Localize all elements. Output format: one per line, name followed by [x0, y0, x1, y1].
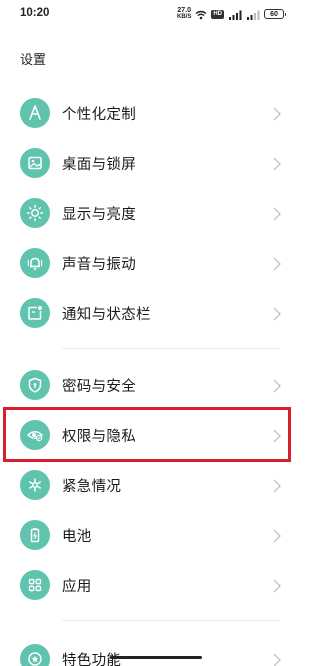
chevron-right-icon — [272, 478, 282, 493]
section-divider — [62, 620, 280, 621]
wifi-icon — [195, 5, 207, 24]
settings-item-label: 应用 — [62, 578, 92, 595]
section-divider — [62, 348, 280, 349]
settings-item-password-security[interactable]: 密码与安全 — [0, 360, 300, 410]
settings-item-sound-vibration[interactable]: 声音与振动 — [0, 238, 300, 288]
settings-item-label: 电池 — [62, 528, 92, 545]
settings-item-battery[interactable]: 电池 — [0, 510, 300, 560]
settings-item-special-features[interactable]: 特色功能 — [0, 634, 300, 666]
bell-icon — [20, 248, 50, 278]
net-speed-unit: KB/S — [176, 14, 192, 20]
chevron-right-icon — [272, 256, 282, 271]
sun-icon — [20, 198, 50, 228]
network-speed: 27.0 KB/S — [177, 7, 191, 21]
signal-icon-2 — [246, 5, 260, 24]
star-icon — [20, 644, 50, 666]
settings-item-desktop-lockscreen[interactable]: 桌面与锁屏 — [0, 138, 300, 188]
status-time: 10:20 — [20, 7, 50, 19]
shield-icon — [20, 370, 50, 400]
chevron-right-icon — [272, 306, 282, 321]
page-title: 设置 — [20, 53, 47, 68]
settings-item-apps[interactable]: 应用 — [0, 560, 300, 610]
apps-grid-icon — [20, 570, 50, 600]
highlight-box — [3, 407, 291, 462]
battery-icon — [20, 520, 50, 550]
status-icons: 27.0 KB/S HD 60 — [177, 5, 286, 24]
status-bar: 10:20 27.0 KB/S HD 60 — [0, 0, 300, 28]
settings-item-label: 紧急情况 — [62, 478, 122, 495]
settings-item-label: 通知与状态栏 — [62, 306, 151, 323]
chevron-right-icon — [272, 378, 282, 393]
chevron-right-icon — [272, 156, 282, 171]
settings-item-notification-statusbar[interactable]: 通知与状态栏 — [0, 288, 300, 338]
battery-level: 60 — [270, 10, 278, 18]
settings-screen: 10:20 27.0 KB/S HD 60 设置 个性化定制 桌面与锁屏 显示与… — [0, 0, 300, 666]
chevron-right-icon — [272, 578, 282, 593]
emergency-icon — [20, 470, 50, 500]
settings-item-personalize[interactable]: 个性化定制 — [0, 88, 300, 138]
net-speed-value: 27.0 — [177, 7, 191, 14]
settings-item-emergency[interactable]: 紧急情况 — [0, 460, 300, 510]
settings-item-label: 声音与振动 — [62, 256, 136, 273]
settings-item-label: 显示与亮度 — [62, 206, 136, 223]
notification-icon — [20, 298, 50, 328]
settings-item-label: 个性化定制 — [62, 106, 136, 123]
signal-icon-1 — [228, 5, 242, 24]
home-indicator[interactable] — [110, 656, 202, 659]
chevron-right-icon — [272, 206, 282, 221]
chevron-right-icon — [272, 528, 282, 543]
settings-item-label: 桌面与锁屏 — [62, 156, 136, 173]
hd-badge: HD — [211, 9, 224, 19]
chevron-right-icon — [272, 106, 282, 121]
personalize-icon — [20, 98, 50, 128]
settings-item-display-brightness[interactable]: 显示与亮度 — [0, 188, 300, 238]
battery-indicator: 60 — [264, 9, 286, 19]
chevron-right-icon — [272, 652, 282, 666]
settings-item-label: 密码与安全 — [62, 378, 136, 395]
image-icon — [20, 148, 50, 178]
